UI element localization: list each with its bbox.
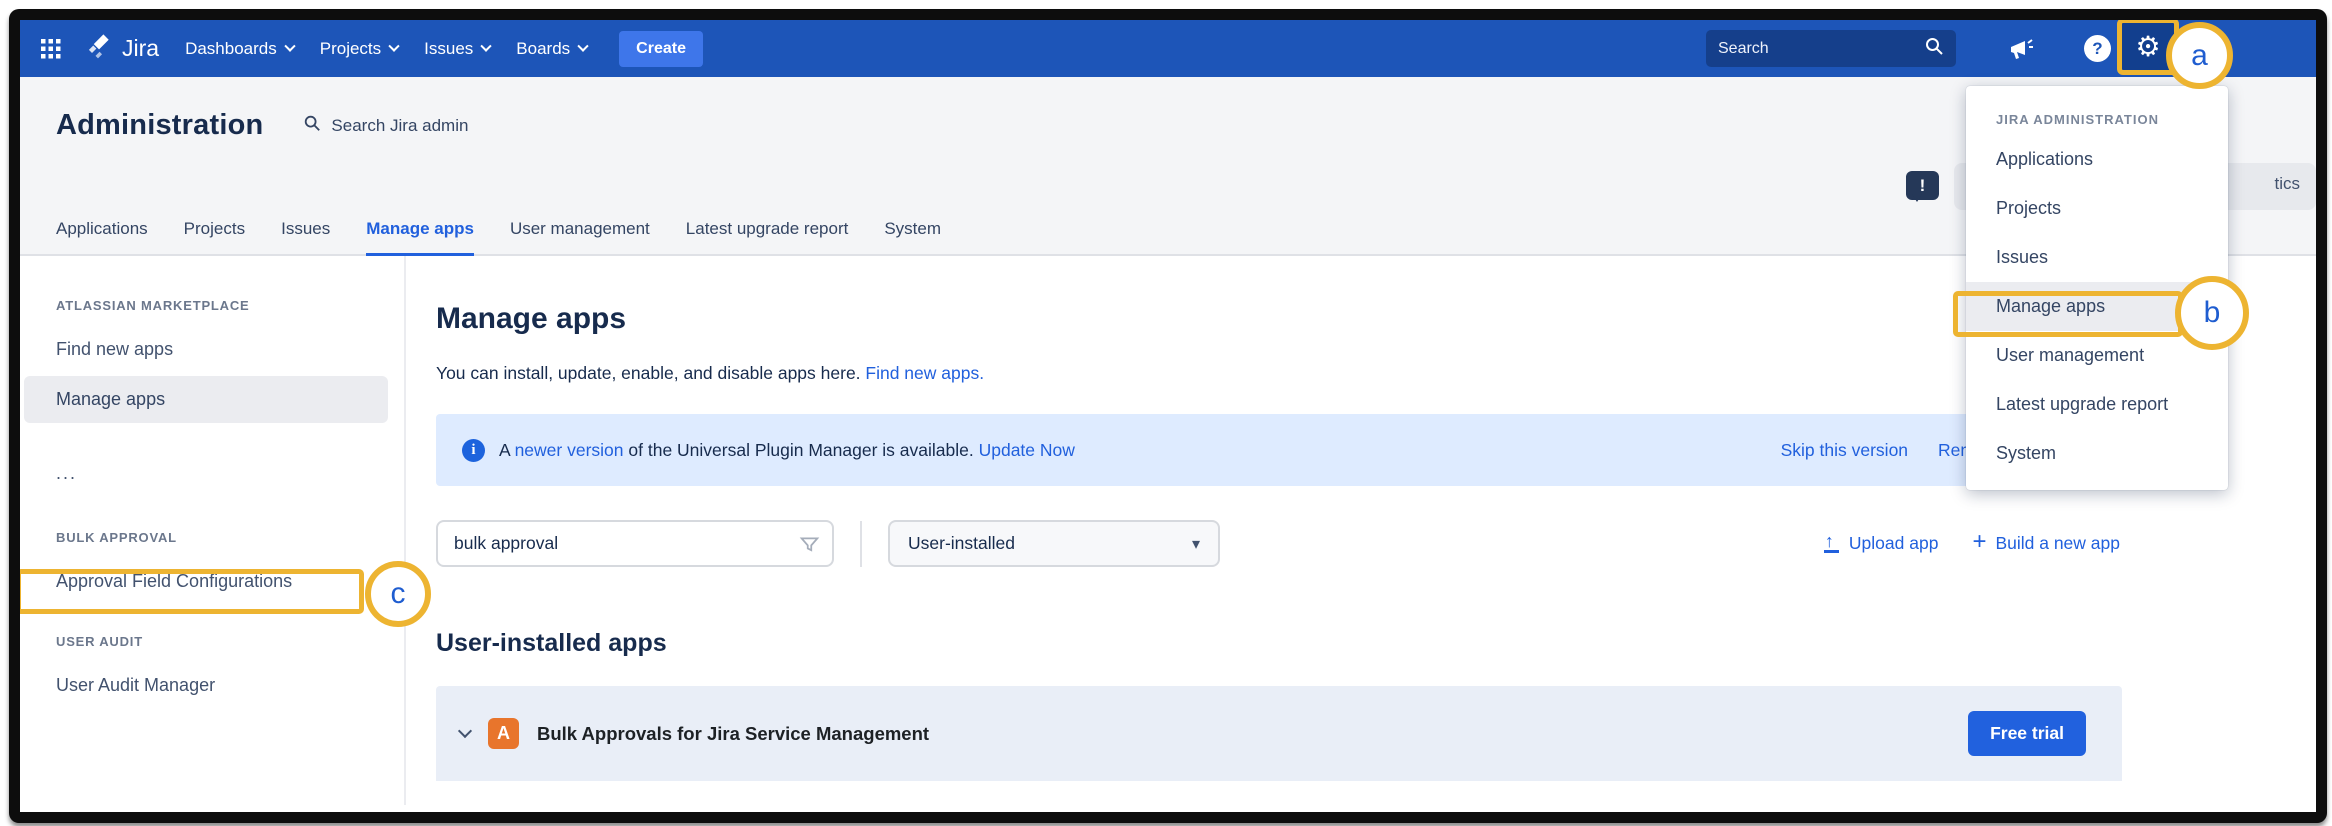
build-new-app-label: Build a new app — [1995, 533, 2120, 554]
tab-system[interactable]: System — [884, 219, 941, 256]
tab-projects[interactable]: Projects — [184, 219, 245, 256]
help-icon[interactable]: ? — [2084, 35, 2111, 62]
search-icon — [1924, 36, 1944, 61]
update-now-link[interactable]: Update Now — [979, 440, 1075, 460]
upgrade-banner: i A newer version of the Universal Plugi… — [436, 414, 2121, 486]
dropdown-item-system[interactable]: System — [1966, 429, 2228, 478]
filter-apps-input[interactable]: bulk approval — [436, 520, 834, 567]
admin-search[interactable]: Search Jira admin — [303, 114, 468, 137]
select-value: User-installed — [908, 533, 1192, 554]
upload-app-label: Upload app — [1849, 533, 1939, 554]
jira-logo[interactable]: Jira — [87, 33, 159, 65]
nav-projects-label: Projects — [320, 39, 381, 59]
free-trial-button[interactable]: Free trial — [1968, 711, 2086, 756]
nav-issues-label: Issues — [424, 39, 473, 59]
feedback-icon[interactable]: ! — [1906, 171, 1939, 200]
tab-user-management[interactable]: User management — [510, 219, 650, 256]
dropdown-item-projects[interactable]: Projects — [1966, 184, 2228, 233]
filter-input-value: bulk approval — [454, 533, 558, 554]
tab-latest-upgrade-report[interactable]: Latest upgrade report — [686, 219, 849, 256]
chevron-down-icon — [578, 40, 589, 51]
chevron-down-icon — [481, 40, 492, 51]
jira-logo-icon — [87, 33, 114, 65]
divider — [860, 521, 862, 567]
tab-issues[interactable]: Issues — [281, 219, 330, 256]
chevron-down-icon — [388, 40, 399, 51]
nav-boards-label: Boards — [516, 39, 570, 59]
dropdown-item-issues[interactable]: Issues — [1966, 233, 2228, 282]
description-text: You can install, update, enable, and dis… — [436, 363, 865, 383]
nav-issues[interactable]: Issues — [424, 39, 490, 59]
filter-row: bulk approval User-installed — [436, 520, 2316, 567]
search-icon — [303, 114, 321, 137]
app-switcher-icon[interactable] — [41, 39, 61, 59]
create-button[interactable]: Create — [619, 31, 703, 67]
sidebar-section-user-audit: USER AUDIT — [56, 634, 404, 649]
sidebar-item-find-new-apps[interactable]: Find new apps — [56, 339, 404, 360]
admin-search-label: Search Jira admin — [331, 116, 468, 136]
dropdown-header: JIRA ADMINISTRATION — [1966, 94, 2228, 135]
newer-version-link[interactable]: newer version — [515, 440, 624, 460]
app-name: Bulk Approvals for Jira Service Manageme… — [537, 723, 929, 745]
tab-applications[interactable]: Applications — [56, 219, 148, 256]
app-filter-select[interactable]: User-installed — [888, 520, 1220, 567]
dropdown-item-applications[interactable]: Applications — [1966, 135, 2228, 184]
nav-boards[interactable]: Boards — [516, 39, 587, 59]
app-row-bulk-approvals[interactable]: A Bulk Approvals for Jira Service Manage… — [436, 686, 2122, 781]
top-navigation-bar: Jira Dashboards Projects Issues Boards C… — [20, 20, 2316, 77]
sidebar-section-marketplace: ATLASSIAN MARKETPLACE — [56, 298, 404, 313]
search-input[interactable]: Search — [1706, 30, 1956, 67]
callout-b: b — [2175, 276, 2249, 350]
upload-app-link[interactable]: Upload app — [1824, 533, 1939, 554]
admin-tabs: Applications Projects Issues Manage apps… — [56, 219, 941, 256]
analytics-button-visible-text: tics — [2275, 174, 2301, 194]
upload-icon — [1824, 535, 1840, 553]
expand-chevron-icon[interactable] — [458, 723, 472, 737]
filter-funnel-icon — [799, 534, 820, 560]
gear-icon[interactable] — [2135, 33, 2160, 61]
app-icon: A — [488, 718, 519, 749]
page-title: Administration — [56, 109, 263, 142]
sidebar-item-approval-field-configurations[interactable]: Approval Field Configurations — [56, 571, 404, 592]
sidebar: ATLASSIAN MARKETPLACE Find new apps Mana… — [20, 256, 406, 805]
screenshot-frame: Jira Dashboards Projects Issues Boards C… — [9, 9, 2327, 823]
callout-c: c — [365, 561, 431, 627]
skip-this-version-link[interactable]: Skip this version — [1781, 440, 1908, 461]
user-installed-apps-heading: User-installed apps — [436, 629, 2316, 658]
info-icon: i — [462, 439, 485, 462]
caret-down-icon — [1192, 534, 1200, 554]
announcements-icon[interactable] — [2008, 37, 2034, 61]
sidebar-item-user-audit-manager[interactable]: User Audit Manager — [56, 675, 404, 696]
sidebar-item-more[interactable]: ... — [56, 463, 404, 484]
find-new-apps-link[interactable]: Find new apps. — [865, 363, 984, 383]
dropdown-item-latest-upgrade-report[interactable]: Latest upgrade report — [1966, 380, 2228, 429]
build-new-app-link[interactable]: Build a new app — [1972, 533, 2120, 554]
nav-dashboards[interactable]: Dashboards — [185, 39, 294, 59]
banner-text: A newer version of the Universal Plugin … — [499, 440, 1075, 461]
tab-manage-apps[interactable]: Manage apps — [366, 219, 474, 256]
nav-dashboards-label: Dashboards — [185, 39, 277, 59]
callout-a: a — [2166, 22, 2233, 89]
nav-projects[interactable]: Projects — [320, 39, 398, 59]
jira-logo-text: Jira — [122, 35, 159, 62]
plus-icon — [1972, 533, 1986, 554]
sidebar-item-manage-apps[interactable]: Manage apps — [24, 376, 388, 423]
search-placeholder: Search — [1718, 40, 1924, 58]
sidebar-section-bulk-approval: BULK APPROVAL — [56, 530, 404, 545]
chevron-down-icon — [284, 40, 295, 51]
